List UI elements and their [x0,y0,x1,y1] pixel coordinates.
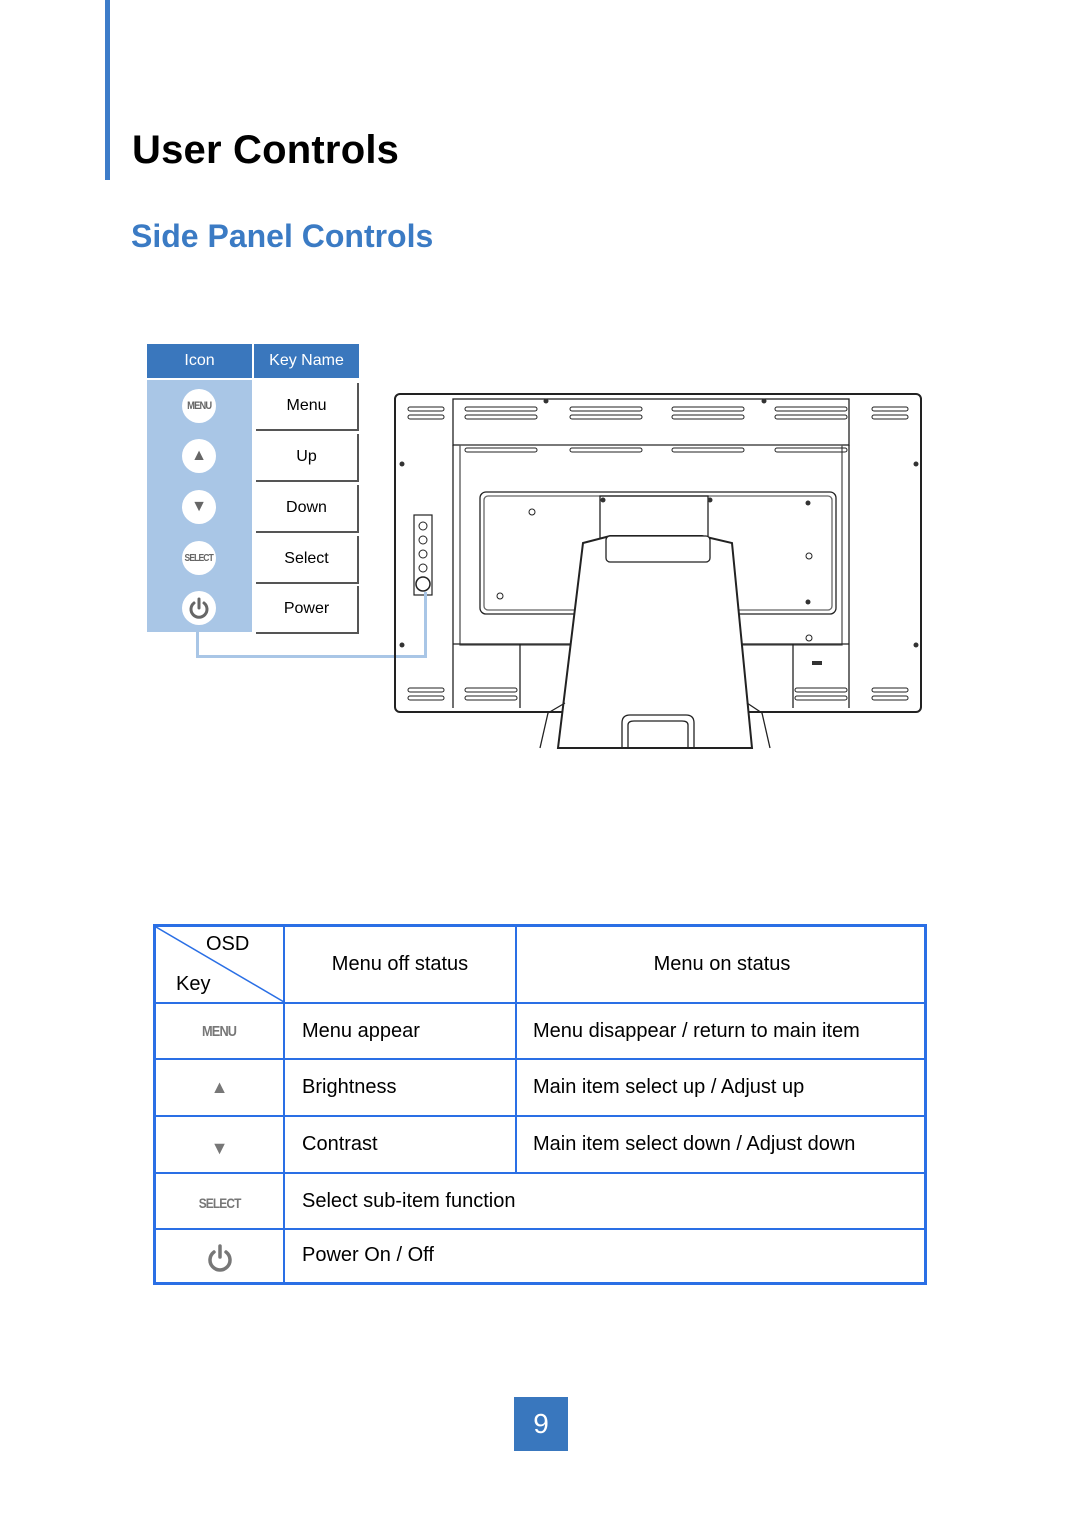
table-cell-off: Contrast [302,1133,378,1155]
power-icon [156,1230,283,1286]
key-name-select: Select [256,536,359,584]
table-cell-off: Menu appear [302,1019,420,1042]
monitor-rear-illustration [394,393,922,749]
up-triangle-icon: ▲ [210,1077,229,1097]
page-number: 9 [514,1397,568,1451]
section-title: Side Panel Controls [131,218,434,254]
legend-header-icon: Icon [147,344,252,378]
select-icon: SELECT [198,1195,242,1211]
down-triangle-icon: ▼ [210,1137,229,1158]
select-icon: SELECT [182,541,216,575]
table-cell-off: Brightness [302,1076,397,1098]
key-name-up: Up [256,434,359,482]
menu-icon: MENU [182,389,216,423]
corner-label-key: Key [176,973,211,995]
corner-label-osd: OSD [206,933,250,955]
title-accent-bar [105,0,110,180]
page-title: User Controls [132,128,400,172]
callout-connector-riser [424,592,427,634]
table-cell-on: Menu disappear / return to main item [533,1019,860,1042]
key-name-menu: Menu [256,383,359,431]
table-cell-on: Main item select down / Adjust down [533,1133,856,1155]
power-icon [182,591,216,625]
table-cell-merged: Power On / Off [302,1243,434,1266]
table-cell-on: Main item select up / Adjust up [533,1076,805,1098]
key-name-down: Down [256,485,359,533]
legend-header-key-name: Key Name [254,344,359,378]
menu-icon: MENU [202,1022,237,1040]
column-header-menu-on: Menu on status [653,953,791,975]
column-header-menu-off: Menu off status [331,953,469,975]
up-triangle-icon: ▲ [182,439,216,473]
table-cell-merged: Select sub-item function [302,1189,516,1212]
osd-function-table: OSD Key Menu off status Menu on status M… [153,924,927,1285]
down-triangle-icon: ▼ [182,490,216,524]
legend-icon-column: MENU ▲ ▼ SELECT [147,380,252,632]
key-name-power: Power [256,586,359,634]
